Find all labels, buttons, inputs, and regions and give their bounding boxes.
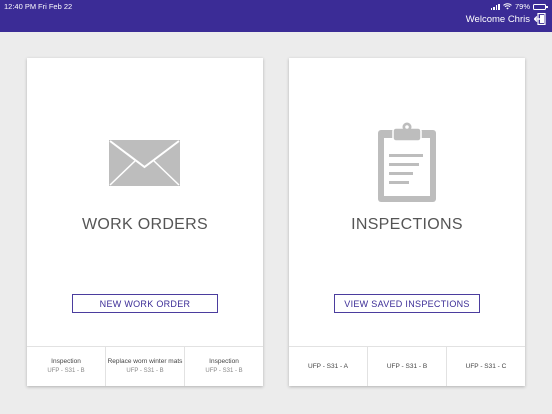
recent-work-order-item[interactable]: Inspection UFP - S31 - B (185, 347, 263, 386)
recent-work-order-item[interactable]: Inspection UFP - S31 - B (27, 347, 106, 386)
recent-inspection-item[interactable]: UFP - S31 - C (447, 347, 525, 386)
status-date: Fri Feb 22 (38, 2, 73, 11)
view-saved-inspections-button[interactable]: VIEW SAVED INSPECTIONS (334, 294, 480, 313)
recent-inspection-item[interactable]: UFP - S31 - A (289, 347, 368, 386)
logout-icon[interactable] (534, 13, 546, 25)
work-orders-card[interactable]: WORK ORDERS NEW WORK ORDER Inspection UF… (27, 58, 263, 386)
new-work-order-button[interactable]: NEW WORK ORDER (72, 294, 218, 313)
envelope-icon (109, 140, 180, 186)
battery-icon (533, 3, 548, 10)
recent-inspection-item[interactable]: UFP - S31 - B (368, 347, 447, 386)
recent-item-label: UFP - S31 - B (386, 363, 428, 370)
recent-item-location: UFP - S31 - B (126, 368, 164, 374)
recent-item-location: UFP - S31 - B (205, 368, 243, 374)
inspections-title: INSPECTIONS (351, 216, 463, 233)
clipboard-icon (378, 122, 436, 202)
recent-item-label: Inspection (209, 358, 239, 365)
battery-percent: 79% (514, 2, 530, 11)
recent-work-order-item[interactable]: Replace worn winter mats UFP - S31 - B (106, 347, 185, 386)
work-orders-title: WORK ORDERS (82, 216, 208, 233)
top-bar: 12:40 PM Fri Feb 22 79% Welcome Chris (0, 0, 552, 32)
status-indicators: 79% (490, 2, 548, 11)
recent-item-label: UFP - S31 - C (465, 363, 507, 370)
welcome-text: Welcome Chris (465, 14, 530, 25)
cellular-signal-icon (490, 3, 500, 10)
recent-inspections: UFP - S31 - A UFP - S31 - B UFP - S31 - … (289, 346, 525, 386)
recent-item-label: Inspection (51, 358, 81, 365)
inspections-card[interactable]: INSPECTIONS VIEW SAVED INSPECTIONS UFP -… (289, 58, 525, 386)
recent-item-location: UFP - S31 - B (47, 368, 85, 374)
recent-work-orders: Inspection UFP - S31 - B Replace worn wi… (27, 346, 263, 386)
wifi-icon (503, 3, 512, 10)
recent-item-label: Replace worn winter mats (107, 358, 183, 365)
status-time: 12:40 PM (4, 2, 37, 11)
recent-item-label: UFP - S31 - A (308, 363, 348, 370)
